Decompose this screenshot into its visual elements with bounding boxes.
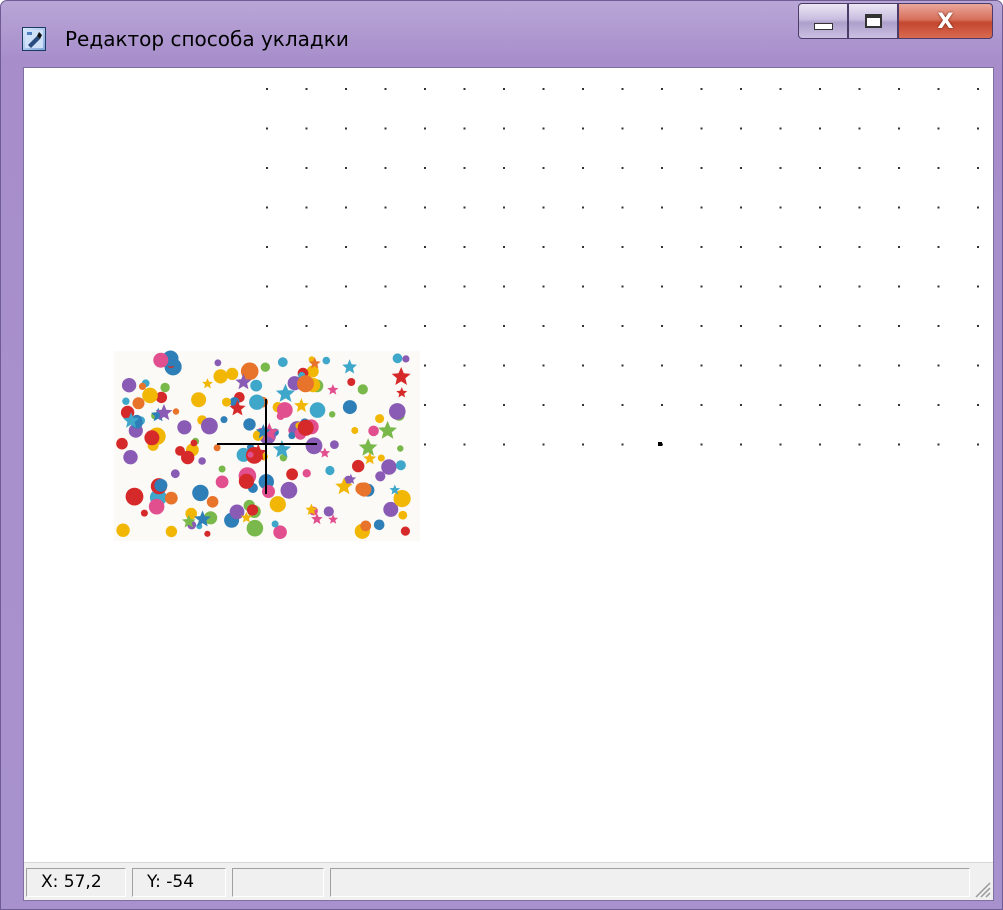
status-bar: X: 57,2 Y: -54 — [24, 862, 993, 900]
minimize-button[interactable] — [798, 3, 848, 39]
window-title: Редактор способа укладки — [65, 27, 349, 51]
title-bar[interactable]: Редактор способа укладки X — [1, 1, 1002, 67]
close-icon: X — [937, 9, 954, 33]
status-panel-4 — [330, 868, 970, 897]
crosshair-layer — [217, 399, 317, 494]
y-coordinate-panel: Y: -54 — [132, 868, 226, 897]
maximize-button[interactable] — [848, 3, 898, 39]
minimize-icon — [813, 22, 833, 30]
drawing-canvas[interactable] — [24, 68, 993, 861]
editor-window: Редактор способа укладки X X: 57,2 Y: -5… — [0, 0, 1003, 910]
maximize-icon — [864, 14, 882, 28]
x-coordinate-panel: X: 57,2 — [26, 868, 126, 897]
caption-buttons: X — [798, 3, 993, 39]
app-editor-icon[interactable] — [22, 27, 46, 51]
client-area: X: 57,2 Y: -54 — [23, 67, 994, 901]
close-button[interactable]: X — [898, 3, 993, 39]
crosshair-cursor-icon — [217, 399, 317, 494]
resize-grip-icon[interactable] — [971, 878, 991, 898]
status-panel-3 — [232, 868, 324, 897]
